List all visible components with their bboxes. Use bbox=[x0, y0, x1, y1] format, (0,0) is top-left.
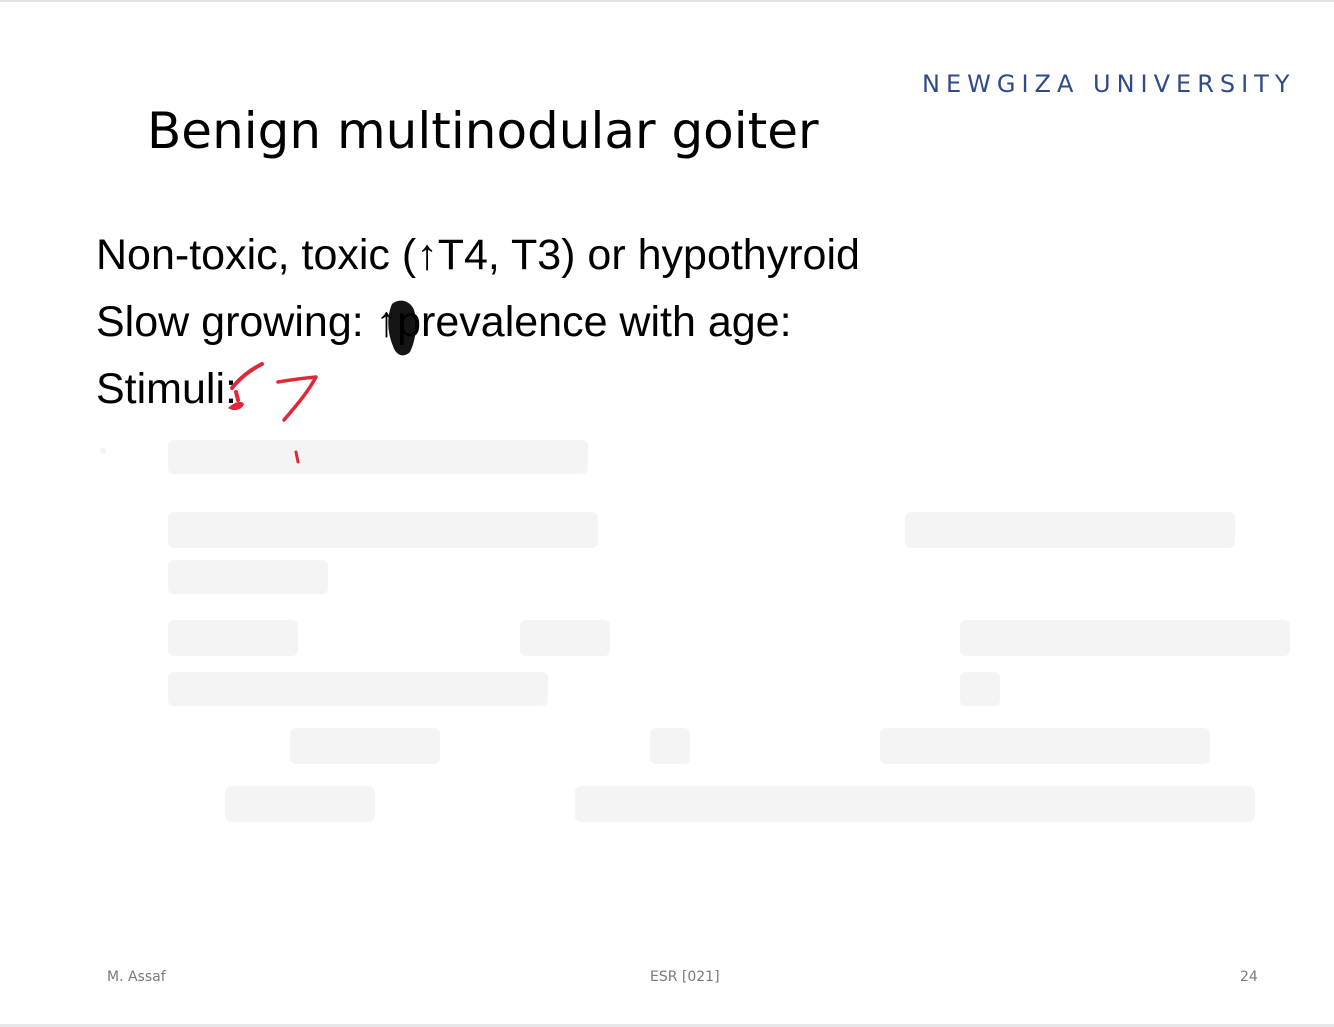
bullet-line-3: Stimuli: bbox=[96, 365, 237, 413]
university-logo-text: NEWGIZA UNIVERSITY bbox=[922, 70, 1296, 98]
slide-number: 24 bbox=[1240, 969, 1258, 985]
slide-title: Benign multinodular goiter bbox=[147, 102, 819, 160]
bullet-line-1: Non-toxic, toxic (↑T4, T3) or hypothyroi… bbox=[96, 231, 860, 279]
footer-course-code: ESR [021] bbox=[650, 969, 720, 985]
footer-author: M. Assaf bbox=[107, 969, 166, 985]
slide: NEWGIZA UNIVERSITY Benign multinodular g… bbox=[0, 2, 1334, 1024]
bullet-line-2: Slow growing: ↑prevalence with age: bbox=[96, 298, 792, 346]
